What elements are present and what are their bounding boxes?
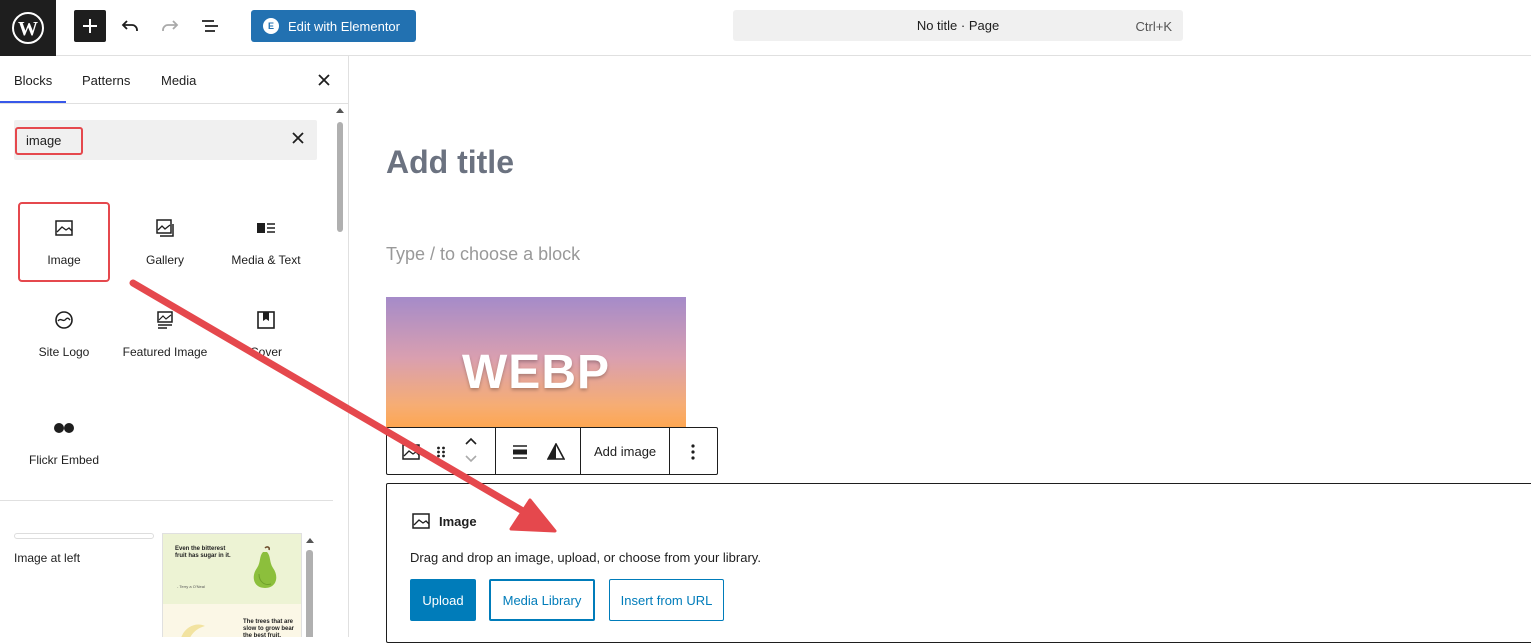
document-overview-icon[interactable] <box>196 12 224 40</box>
post-title-input[interactable]: Add title <box>386 144 514 181</box>
image-block-highlight-box <box>18 202 110 282</box>
block-site-logo[interactable]: Site Logo <box>18 294 110 374</box>
scroll-up-icon <box>336 108 344 113</box>
webp-image[interactable]: WEBP <box>386 297 686 432</box>
add-block-button[interactable] <box>74 10 106 42</box>
wordpress-logo-icon[interactable]: W <box>0 0 56 56</box>
image-icon <box>411 511 431 531</box>
cover-icon <box>254 308 278 332</box>
scrollbar-thumb[interactable] <box>337 122 343 232</box>
tab-media[interactable]: Media <box>161 73 196 88</box>
block-featured-image[interactable]: Featured Image <box>119 294 211 374</box>
clear-search-icon[interactable] <box>291 131 305 145</box>
block-flickr-embed[interactable]: Flickr Embed <box>18 402 110 482</box>
pattern-preview-image[interactable]: Even the bitterest fruit has sugar in it… <box>162 533 302 637</box>
block-inserter-panel: Blocks Patterns Media image Image Galler… <box>0 56 349 637</box>
search-highlight-box <box>15 127 83 155</box>
add-image-button[interactable]: Add image <box>594 444 656 459</box>
block-gallery[interactable]: Gallery <box>119 202 211 282</box>
inserter-scrollbar[interactable] <box>335 106 345 631</box>
upload-button[interactable]: Upload <box>410 579 476 621</box>
inserter-tabs: Blocks Patterns Media <box>0 56 348 104</box>
placeholder-header: Image <box>411 511 477 531</box>
flickr-icon <box>52 416 76 440</box>
toolbar-separator <box>669 428 670 474</box>
svg-text:W: W <box>18 18 38 40</box>
image-block-placeholder: Image Drag and drop an image, upload, or… <box>386 483 1531 643</box>
command-shortcut: Ctrl+K <box>1135 19 1172 34</box>
media-library-button[interactable]: Media Library <box>489 579 595 621</box>
webp-image-text: WEBP <box>462 346 610 399</box>
block-appender[interactable]: Type / to choose a block <box>386 244 580 265</box>
pattern-preview-partial[interactable] <box>14 533 154 539</box>
pattern-label[interactable]: Image at left <box>14 551 80 565</box>
undo-icon[interactable] <box>116 12 144 40</box>
block-media-text[interactable]: Media & Text <box>220 202 312 282</box>
active-tab-indicator <box>0 101 66 103</box>
align-icon[interactable] <box>508 440 532 464</box>
redo-icon[interactable] <box>156 12 184 40</box>
pattern-preview-heading: Even the bitterest fruit has sugar in it… <box>175 546 231 559</box>
drag-handle-icon[interactable] <box>429 440 453 464</box>
tab-blocks[interactable]: Blocks <box>14 73 52 88</box>
pattern-preview-caption: - Terry a O'Neal <box>177 584 205 589</box>
featured-image-icon <box>153 308 177 332</box>
block-type-image-icon[interactable] <box>399 440 423 464</box>
insert-from-url-button[interactable]: Insert from URL <box>609 579 724 621</box>
block-label: Site Logo <box>38 345 90 359</box>
placeholder-instructions: Drag and drop an image, upload, or choos… <box>410 550 761 565</box>
site-logo-icon <box>52 308 76 332</box>
command-palette-bar[interactable]: No title · Page Ctrl+K <box>733 10 1183 41</box>
block-label: Cover <box>249 345 282 359</box>
block-label: Featured Image <box>122 345 208 359</box>
toolbar-separator <box>580 428 581 474</box>
elementor-icon: E <box>263 18 279 34</box>
edit-with-elementor-button[interactable]: E Edit with Elementor <box>251 10 416 42</box>
elementor-button-label: Edit with Elementor <box>288 18 400 34</box>
toolbar-separator <box>495 428 496 474</box>
move-up-icon[interactable] <box>459 434 483 448</box>
document-title: No title · Page <box>916 18 1000 33</box>
pattern-scrollbar[interactable] <box>305 536 315 637</box>
pear-illustration-icon <box>253 546 277 588</box>
duotone-filter-icon[interactable] <box>544 440 568 464</box>
media-text-icon <box>254 216 278 240</box>
top-toolbar: W E Edit with Elementor No title · Page … <box>0 0 1531 56</box>
editor-canvas: Add title Type / to choose a block WEBP … <box>350 56 1531 643</box>
close-inserter-icon[interactable] <box>314 70 334 90</box>
scrollbar-thumb[interactable] <box>306 550 313 637</box>
scroll-up-icon <box>306 538 314 543</box>
pattern-preview-heading-2: The trees that are slow to grow bear the… <box>243 619 295 637</box>
block-search-input[interactable]: image <box>14 120 317 160</box>
gallery-icon <box>153 216 177 240</box>
tab-patterns[interactable]: Patterns <box>82 73 130 88</box>
block-label: Flickr Embed <box>28 453 99 467</box>
pear-illustration-2-icon <box>181 624 205 637</box>
block-toolbar: Add image <box>386 427 718 475</box>
more-options-icon[interactable] <box>681 440 705 464</box>
move-down-icon[interactable] <box>459 452 483 466</box>
section-divider <box>0 500 333 501</box>
plus-icon <box>83 19 97 33</box>
block-cover[interactable]: Cover <box>220 294 312 374</box>
block-label: Gallery <box>145 253 184 267</box>
block-label: Media & Text <box>231 253 301 267</box>
placeholder-title: Image <box>439 513 477 529</box>
